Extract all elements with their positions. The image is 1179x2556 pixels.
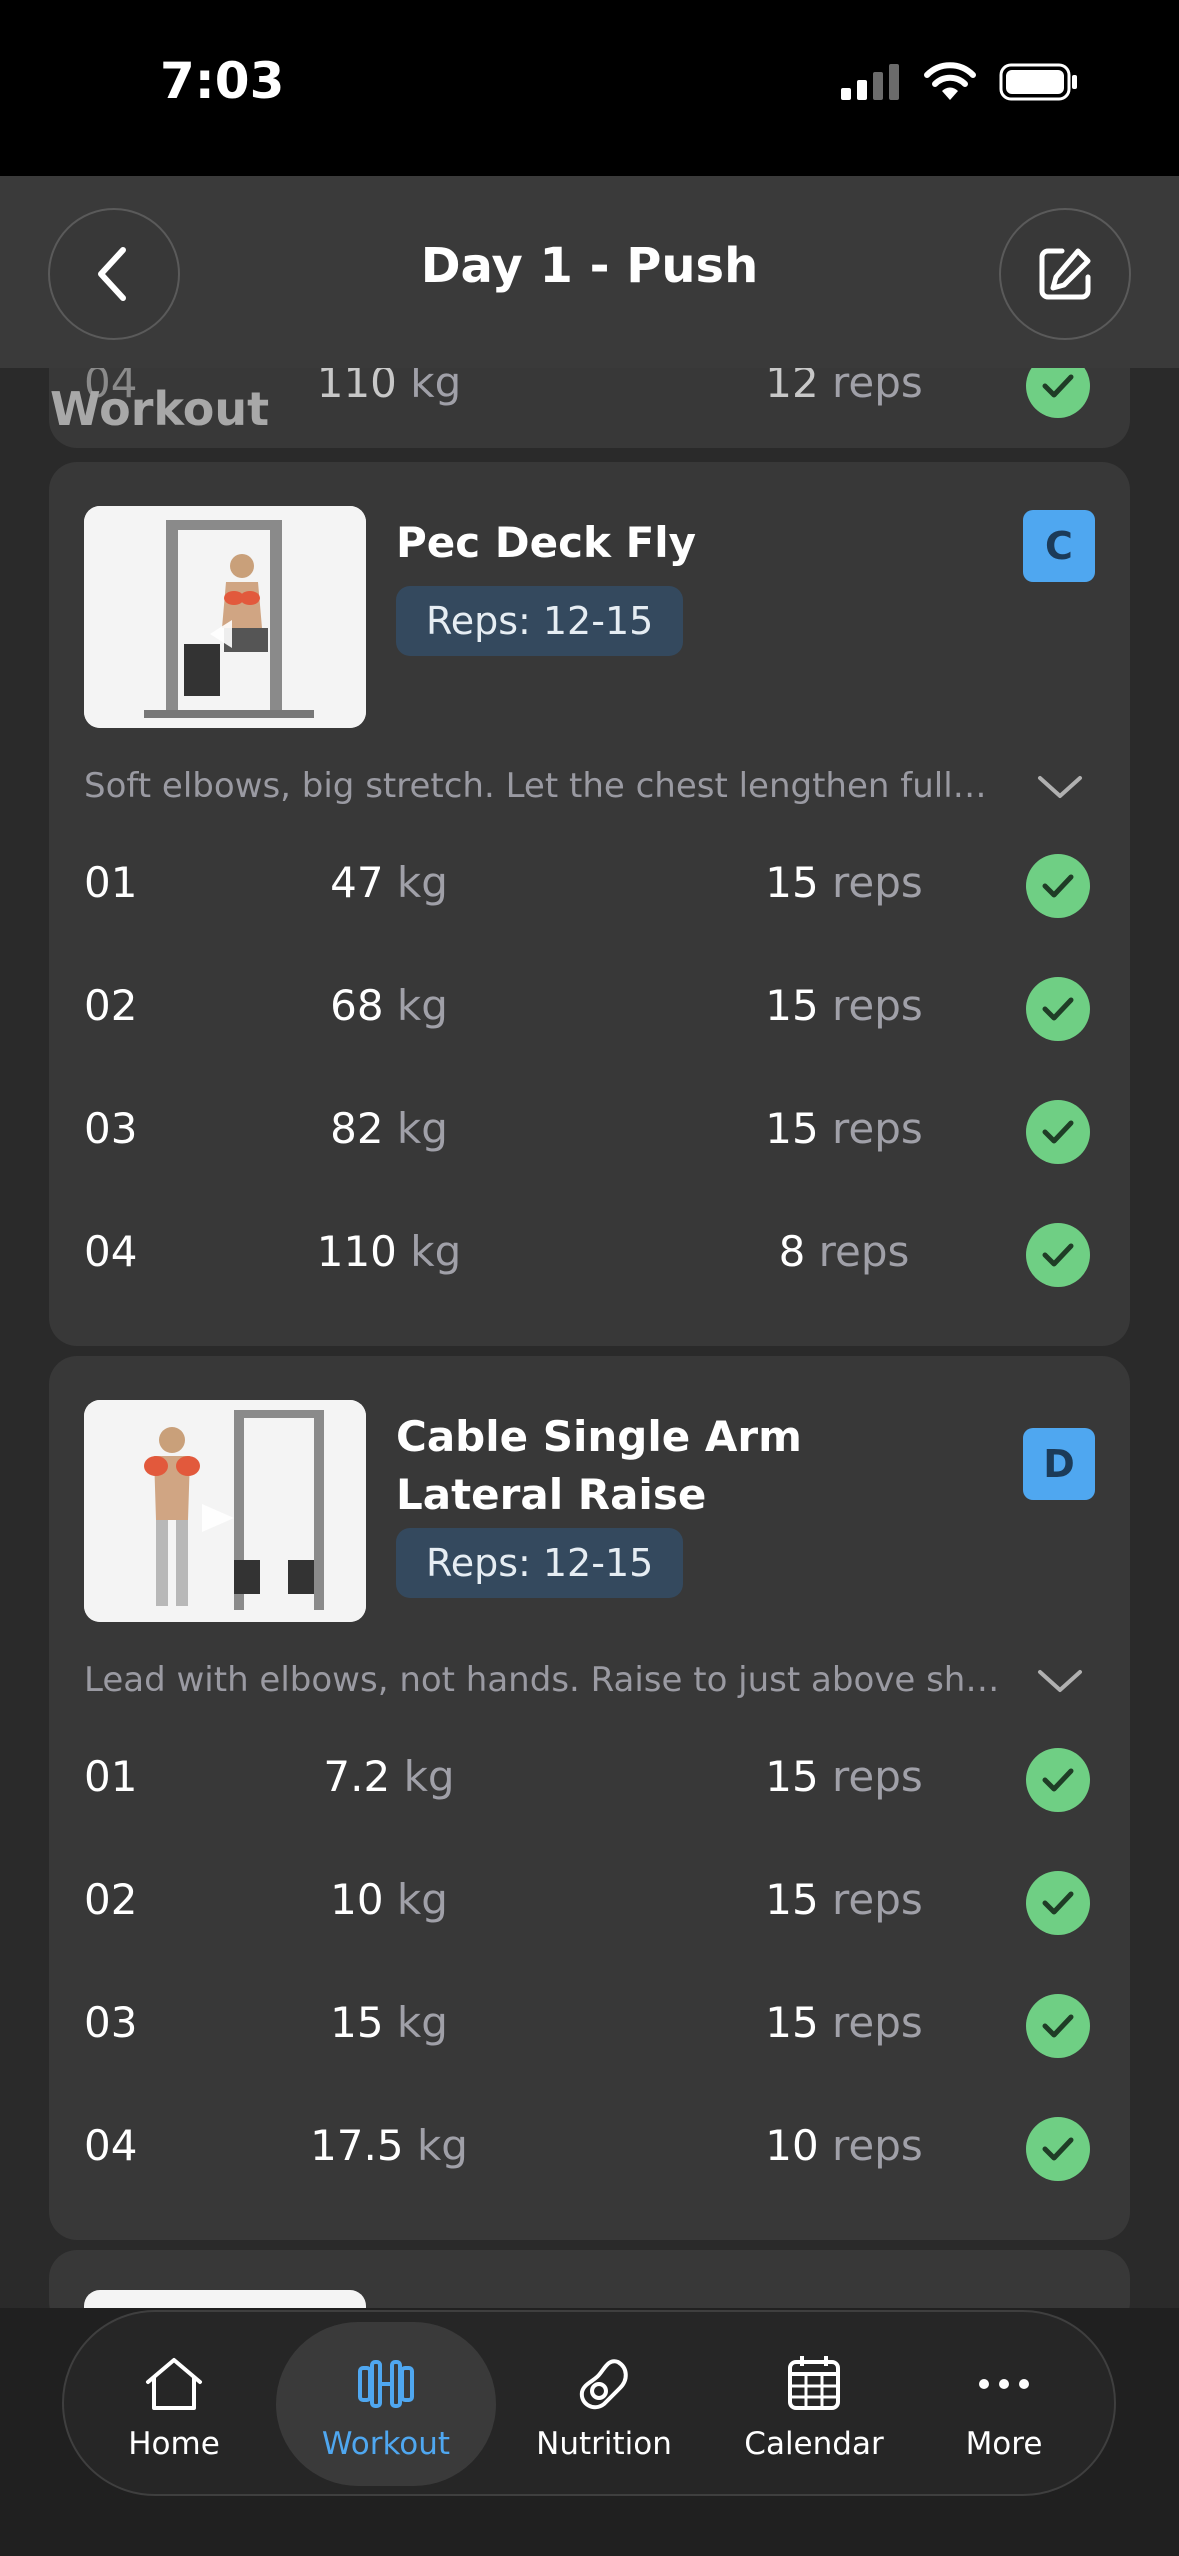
workout-screen: Day 1 - Push Workout 04 110 kg 12 reps P… [0, 176, 1179, 2556]
set-complete-check[interactable] [1026, 1223, 1090, 1287]
battery-icon [999, 63, 1077, 101]
exercise-note: Lead with elbows, not hands. Raise to ju… [84, 1660, 1004, 1700]
status-bar: 7:03 [0, 0, 1179, 176]
calendar-icon [788, 2356, 840, 2410]
tab-nutrition[interactable]: Nutrition [504, 2322, 704, 2486]
home-icon [146, 2358, 202, 2410]
section-label: Workout [50, 382, 270, 436]
set-row[interactable]: 01 47 kg 15 reps [49, 846, 1130, 926]
set-complete-check[interactable] [1026, 1994, 1090, 2058]
checkmark-icon [1042, 1768, 1074, 1792]
set-complete-check[interactable] [1026, 2117, 1090, 2181]
set-row[interactable]: 04 110 kg 8 reps [49, 1215, 1130, 1295]
checkmark-icon [1042, 1243, 1074, 1267]
header: Day 1 - Push [0, 176, 1179, 368]
exercise-thumbnail[interactable] [84, 506, 366, 728]
status-time: 7:03 [160, 52, 285, 110]
edit-button[interactable] [999, 208, 1131, 340]
checkmark-icon [1042, 2137, 1074, 2161]
exercise-card-pec-deck-fly[interactable]: Pec Deck Fly Reps: 12-15 C Soft elbows, … [49, 462, 1130, 1346]
tab-calendar[interactable]: Calendar [714, 2322, 914, 2486]
tab-bar: Home Workout Nutrition Calendar More [62, 2310, 1116, 2496]
set-row[interactable]: 02 10 kg 15 reps [49, 1863, 1130, 1943]
chevron-down-icon[interactable] [1036, 1666, 1084, 1696]
exercise-note: Soft elbows, big stretch. Let the chest … [84, 766, 1004, 806]
tab-more[interactable]: More [924, 2322, 1084, 2486]
checkmark-icon [1042, 1891, 1074, 1915]
chevron-down-icon[interactable] [1036, 772, 1084, 802]
signal-icon [841, 64, 899, 100]
superset-badge: C [1023, 510, 1095, 582]
set-complete-check[interactable] [1026, 977, 1090, 1041]
set-row[interactable]: 02 68 kg 15 reps [49, 969, 1130, 1049]
edit-icon [1039, 248, 1091, 300]
machine-illustration [84, 506, 366, 728]
status-icons [841, 62, 1079, 102]
dumbbell-icon [358, 2360, 414, 2408]
reps-target-pill: Reps: 12-15 [396, 586, 684, 656]
tab-workout[interactable]: Workout [276, 2322, 496, 2486]
set-row[interactable]: 01 7.2 kg 15 reps [49, 1740, 1130, 1820]
set-complete-check[interactable] [1026, 1748, 1090, 1812]
cable-illustration [84, 1400, 366, 1622]
reps-target-pill: Reps: 12-15 [396, 1528, 684, 1598]
checkmark-icon [1042, 1120, 1074, 1144]
tab-home[interactable]: Home [94, 2322, 254, 2486]
checkmark-icon [1042, 874, 1074, 898]
set-complete-check[interactable] [1026, 854, 1090, 918]
exercise-thumbnail[interactable] [84, 1400, 366, 1622]
exercise-card-cable-lateral-raise[interactable]: Cable Single Arm Lateral Raise Reps: 12-… [49, 1356, 1130, 2240]
checkmark-icon [1042, 2014, 1074, 2038]
exercise-name: Pec Deck Fly [396, 518, 697, 567]
wifi-icon [924, 62, 976, 100]
more-icon [979, 2379, 1029, 2389]
checkmark-icon [1042, 997, 1074, 1021]
set-complete-check[interactable] [1026, 1100, 1090, 1164]
avocado-icon [579, 2359, 628, 2410]
set-row[interactable]: 03 15 kg 15 reps [49, 1986, 1130, 2066]
superset-badge: D [1023, 1428, 1095, 1500]
exercise-name: Cable Single Arm Lateral Raise [396, 1412, 802, 1519]
set-row[interactable]: 04 17.5 kg 10 reps [49, 2109, 1130, 2189]
set-complete-check[interactable] [1026, 1871, 1090, 1935]
set-row[interactable]: 03 82 kg 15 reps [49, 1092, 1130, 1172]
checkmark-icon [1042, 374, 1074, 398]
